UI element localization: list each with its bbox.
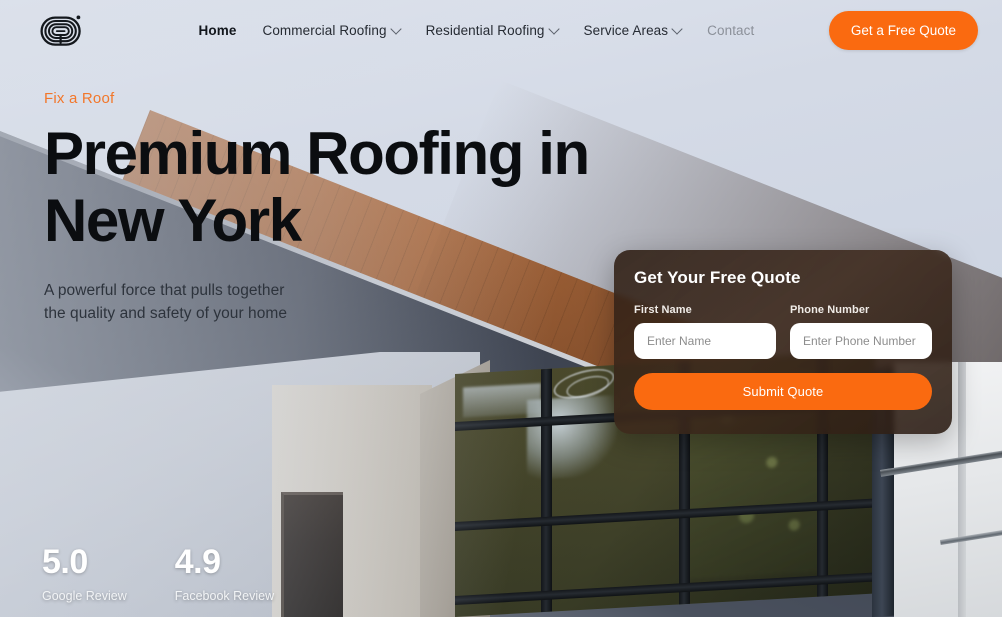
- hero-landing-page: Home Commercial Roofing Residential Roof…: [0, 0, 1002, 617]
- first-name-label: First Name: [634, 304, 692, 316]
- door-opening: [281, 492, 343, 617]
- hero-subheading: A powerful force that pulls together the…: [44, 280, 589, 326]
- brand-logo-icon[interactable]: [40, 14, 84, 48]
- first-name-field-group: First Name: [634, 304, 776, 359]
- hero-text-block: Fix a Roof Premium Roofing in New York A…: [44, 90, 590, 326]
- subhead-line-2: the quality and safety of your home: [44, 305, 288, 323]
- nav-item-home[interactable]: Home: [199, 23, 237, 38]
- stat-label: Google Review: [42, 589, 127, 603]
- quote-form-fields: First Name Phone Number: [634, 304, 932, 359]
- chevron-down-icon: [389, 22, 402, 35]
- get-a-free-quote-button[interactable]: Get a Free Quote: [828, 11, 978, 50]
- review-stats: 5.0 Google Review 4.9 Facebook Review: [42, 545, 274, 603]
- stat-value: 4.9: [174, 543, 221, 581]
- nav-label: Home: [198, 23, 237, 38]
- nav-label: Service Areas: [583, 23, 669, 38]
- nav-label: Contact: [707, 23, 755, 38]
- phone-number-input[interactable]: [790, 323, 932, 359]
- right-panel-edge: [958, 362, 966, 617]
- stat-google-review: 5.0 Google Review: [42, 545, 127, 603]
- quote-form-card: Get Your Free Quote First Name Phone Num…: [614, 250, 952, 434]
- glass-reflection-soft: [463, 383, 541, 418]
- nav-label: Residential Roofing: [425, 23, 545, 38]
- site-header: Home Commercial Roofing Residential Roof…: [0, 0, 1002, 61]
- phone-number-label: Phone Number: [790, 304, 870, 316]
- nav-item-commercial-roofing[interactable]: Commercial Roofing: [262, 22, 402, 38]
- nav-item-contact[interactable]: Contact: [707, 23, 754, 38]
- primary-navigation: Home Commercial Roofing Residential Roof…: [159, 22, 755, 38]
- phone-number-field-group: Phone Number: [790, 304, 932, 359]
- headline-line-2: New York: [44, 186, 302, 254]
- first-name-input[interactable]: [634, 323, 776, 359]
- stat-label: Facebook Review: [174, 589, 275, 603]
- quote-form-title: Get Your Free Quote: [634, 268, 801, 287]
- hero-eyebrow: Fix a Roof: [44, 90, 115, 107]
- window-mullion-vertical: [541, 368, 552, 613]
- nav-item-service-areas[interactable]: Service Areas: [583, 22, 683, 38]
- chevron-down-icon: [547, 22, 560, 35]
- nav-label: Commercial Roofing: [262, 23, 387, 38]
- stat-facebook-review: 4.9 Facebook Review: [175, 545, 274, 603]
- chevron-down-icon: [671, 22, 683, 35]
- headline-line-1: Premium Roofing in: [44, 120, 590, 187]
- stat-value: 5.0: [42, 543, 88, 581]
- page-title: Premium Roofing in New York: [44, 120, 590, 254]
- submit-quote-button[interactable]: Submit Quote: [634, 373, 932, 410]
- nav-item-residential-roofing[interactable]: Residential Roofing: [425, 22, 560, 38]
- subhead-line-1: A powerful force that pulls together: [44, 282, 285, 300]
